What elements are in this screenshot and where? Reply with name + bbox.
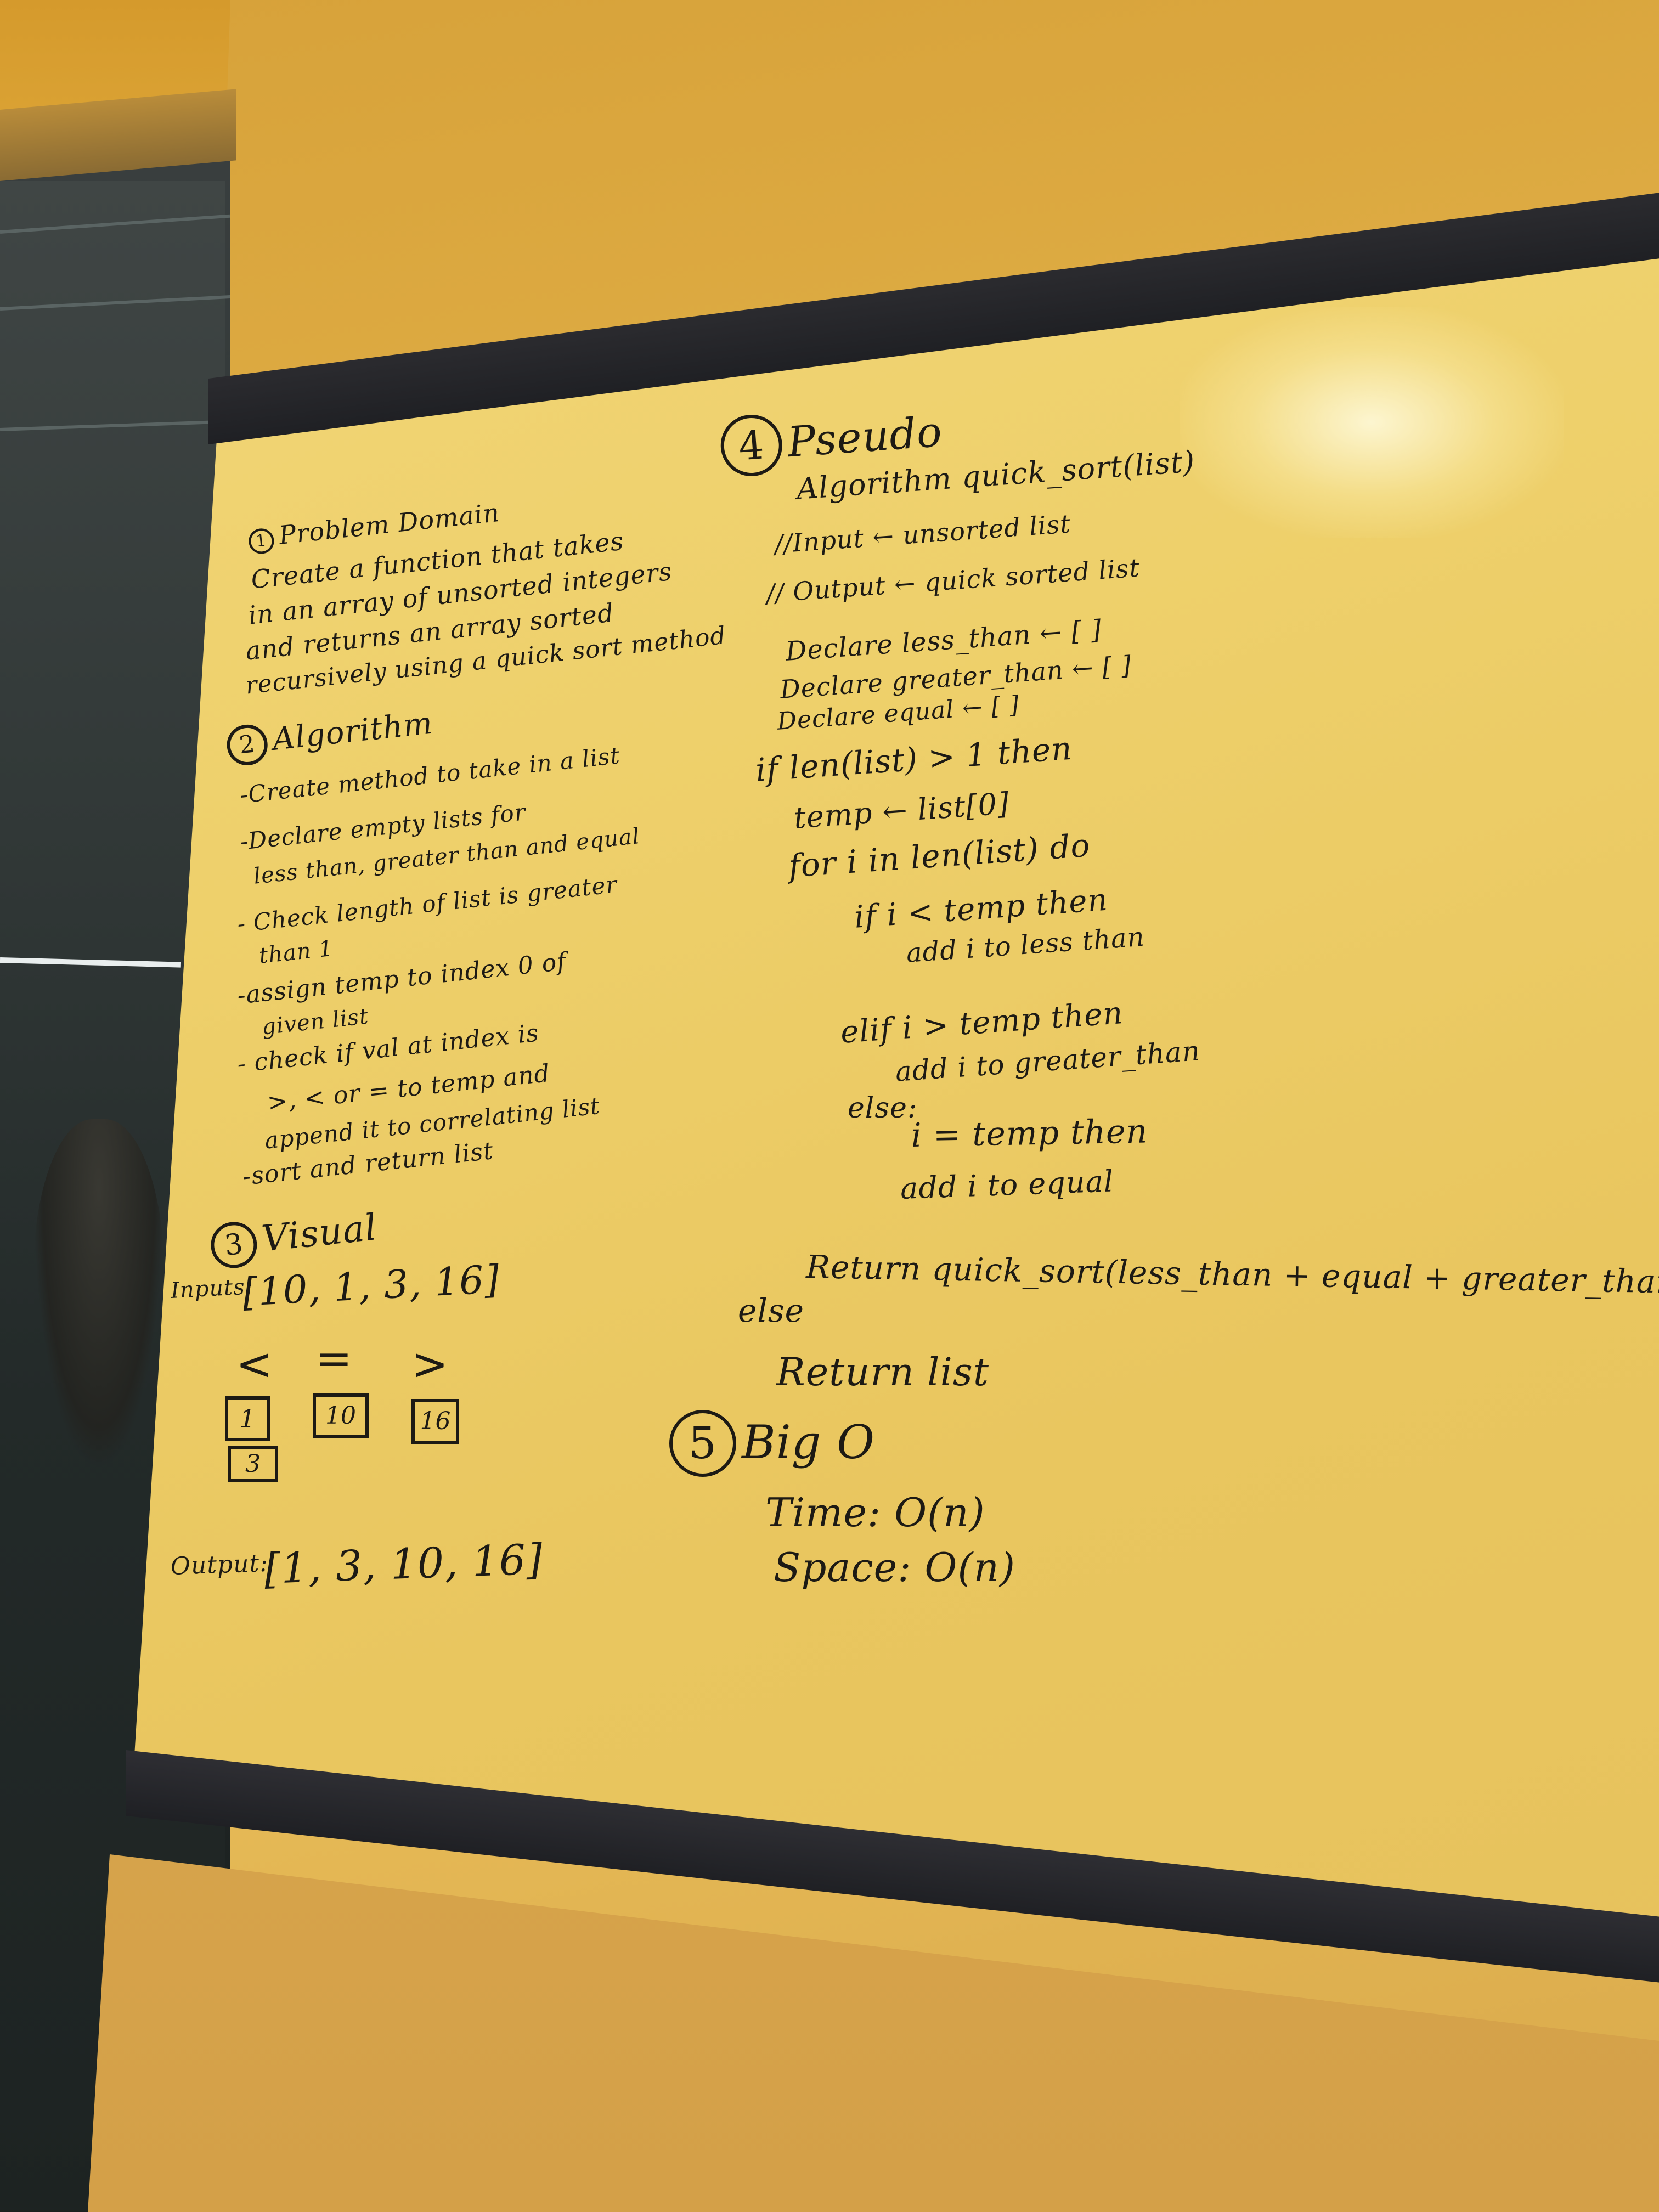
section-number: 3 bbox=[208, 1220, 259, 1271]
section-number: 4 bbox=[719, 413, 785, 478]
less-than-symbol: < bbox=[236, 1339, 273, 1390]
whiteboard-photo: 1 Problem Domain Create a function that t… bbox=[0, 0, 1659, 2212]
light-glare bbox=[1180, 307, 1564, 538]
section-title: Pseudo bbox=[786, 407, 944, 467]
big-o-time: Time: O(n) bbox=[765, 1489, 985, 1536]
big-o-heading: 5 Big O bbox=[669, 1410, 875, 1477]
section-number: 1 bbox=[247, 527, 275, 555]
big-o-space: Space: O(n) bbox=[774, 1544, 1015, 1590]
section-number: 2 bbox=[225, 723, 270, 768]
greater-than-symbol: > bbox=[411, 1339, 449, 1390]
less-item-box: 3 bbox=[228, 1446, 278, 1482]
less-item-box: 1 bbox=[225, 1396, 270, 1441]
greater-item-box: 16 bbox=[411, 1399, 459, 1444]
pseudo-line: else: bbox=[848, 1092, 918, 1125]
pseudo-line: Return list bbox=[776, 1350, 989, 1395]
section-title: Big O bbox=[742, 1415, 875, 1469]
pseudo-line: else bbox=[738, 1292, 804, 1329]
equal-symbol: = bbox=[315, 1333, 353, 1384]
visual-output-value: [1, 3, 10, 16] bbox=[263, 1534, 544, 1593]
reflected-person bbox=[33, 1119, 165, 1470]
equal-item-box: 10 bbox=[313, 1393, 369, 1438]
section-number: 5 bbox=[669, 1410, 736, 1477]
visual-input-label: Inputs: bbox=[170, 1274, 254, 1304]
pseudo-line: i = temp then bbox=[911, 1112, 1148, 1155]
visual-output-label: Output: bbox=[170, 1549, 269, 1581]
